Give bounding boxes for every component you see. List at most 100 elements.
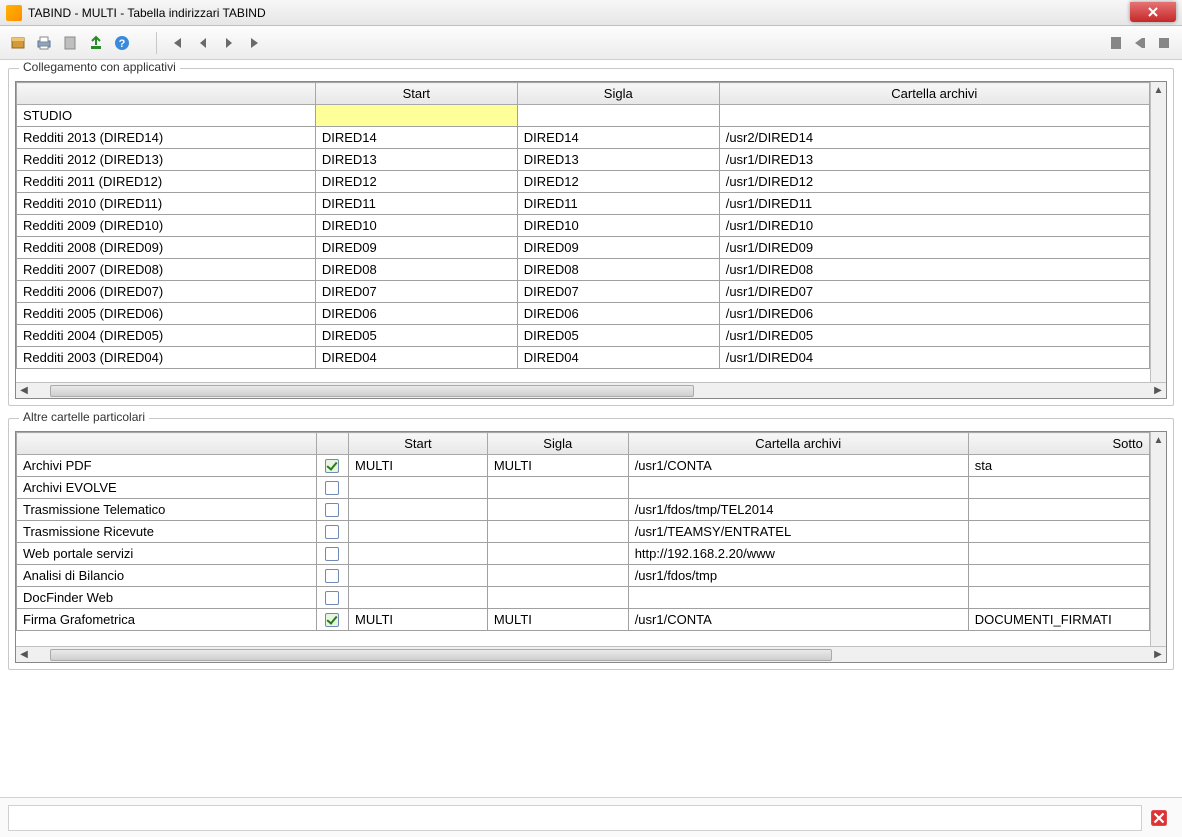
cell-start[interactable]: MULTI <box>349 609 488 631</box>
cell-start[interactable] <box>349 477 488 499</box>
checkbox[interactable] <box>325 569 339 583</box>
t1-header-path[interactable]: Cartella archivi <box>719 83 1149 105</box>
cell-start[interactable]: DIRED10 <box>315 215 517 237</box>
right-button-2[interactable] <box>1130 33 1150 53</box>
table-row[interactable]: Trasmissione Telematico/usr1/fdos/tmp/TE… <box>17 499 1166 521</box>
cell-start[interactable]: DIRED14 <box>315 127 517 149</box>
cell-path[interactable]: /usr1/DIRED05 <box>719 325 1149 347</box>
t2-header-name[interactable] <box>17 433 317 455</box>
cell-path[interactable]: /usr1/CONTA <box>628 609 968 631</box>
nav-last-button[interactable] <box>245 33 265 53</box>
table-row[interactable]: DocFinder Web <box>17 587 1166 609</box>
nav-prev-button[interactable] <box>193 33 213 53</box>
checkbox[interactable] <box>325 525 339 539</box>
cell-name[interactable]: Archivi EVOLVE <box>17 477 317 499</box>
scroll-right-icon[interactable]: ▶ <box>1150 647 1166 663</box>
table-cartelle[interactable]: Start Sigla Cartella archivi Sotto Archi… <box>16 432 1166 646</box>
cell-start[interactable]: DIRED13 <box>315 149 517 171</box>
cell-name[interactable]: STUDIO <box>17 105 316 127</box>
checkbox[interactable] <box>325 613 339 627</box>
table-row[interactable]: Redditi 2011 (DIRED12)DIRED12DIRED12/usr… <box>17 171 1166 193</box>
cell-start[interactable] <box>315 105 517 127</box>
table-row[interactable]: Trasmissione Ricevute/usr1/TEAMSY/ENTRAT… <box>17 521 1166 543</box>
cell-sigla[interactable]: DIRED07 <box>517 281 719 303</box>
cell-checkbox[interactable] <box>316 477 348 499</box>
cell-checkbox[interactable] <box>316 609 348 631</box>
cell-sigla[interactable] <box>487 565 628 587</box>
cell-path[interactable]: /usr1/DIRED10 <box>719 215 1149 237</box>
window-close-button[interactable] <box>1130 2 1176 22</box>
checkbox[interactable] <box>325 481 339 495</box>
cell-sigla[interactable] <box>487 477 628 499</box>
table-row[interactable]: Analisi di Bilancio/usr1/fdos/tmp <box>17 565 1166 587</box>
cell-start[interactable] <box>349 521 488 543</box>
cell-name[interactable]: Redditi 2013 (DIRED14) <box>17 127 316 149</box>
cell-start[interactable]: DIRED12 <box>315 171 517 193</box>
t1-hscrollbar[interactable]: ◀ ▶ <box>16 382 1166 398</box>
checkbox[interactable] <box>325 459 339 473</box>
cell-checkbox[interactable] <box>316 587 348 609</box>
cell-sub[interactable] <box>968 543 1149 565</box>
cell-name[interactable]: Redditi 2003 (DIRED04) <box>17 347 316 369</box>
cell-name[interactable]: Redditi 2012 (DIRED13) <box>17 149 316 171</box>
export-button[interactable] <box>86 33 106 53</box>
cell-path[interactable]: /usr1/DIRED11 <box>719 193 1149 215</box>
cell-sigla[interactable]: DIRED10 <box>517 215 719 237</box>
cell-start[interactable]: DIRED05 <box>315 325 517 347</box>
table-applicativi[interactable]: Start Sigla Cartella archivi STUDIOReddi… <box>16 82 1166 369</box>
right-button-3[interactable] <box>1154 33 1174 53</box>
cell-start[interactable]: DIRED09 <box>315 237 517 259</box>
table-row[interactable]: Redditi 2006 (DIRED07)DIRED07DIRED07/usr… <box>17 281 1166 303</box>
nav-first-button[interactable] <box>167 33 187 53</box>
cell-sigla[interactable]: DIRED06 <box>517 303 719 325</box>
cell-start[interactable]: MULTI <box>349 455 488 477</box>
t2-header-sub[interactable]: Sotto <box>968 433 1149 455</box>
cell-sigla[interactable]: DIRED13 <box>517 149 719 171</box>
table-row[interactable]: Redditi 2008 (DIRED09)DIRED09DIRED09/usr… <box>17 237 1166 259</box>
cell-path[interactable]: /usr1/DIRED09 <box>719 237 1149 259</box>
cell-path[interactable]: /usr1/DIRED08 <box>719 259 1149 281</box>
cell-sigla[interactable]: MULTI <box>487 609 628 631</box>
cell-sigla[interactable]: DIRED05 <box>517 325 719 347</box>
cell-sub[interactable] <box>968 565 1149 587</box>
cell-name[interactable]: Redditi 2011 (DIRED12) <box>17 171 316 193</box>
cell-checkbox[interactable] <box>316 565 348 587</box>
cell-checkbox[interactable] <box>316 455 348 477</box>
cell-sub[interactable]: sta <box>968 455 1149 477</box>
scroll-left-icon[interactable]: ◀ <box>16 647 32 663</box>
t2-header-path[interactable]: Cartella archivi <box>628 433 968 455</box>
cell-start[interactable]: DIRED08 <box>315 259 517 281</box>
cell-start[interactable] <box>349 565 488 587</box>
cell-checkbox[interactable] <box>316 521 348 543</box>
cell-sub[interactable] <box>968 477 1149 499</box>
cell-name[interactable]: Redditi 2010 (DIRED11) <box>17 193 316 215</box>
cell-sigla[interactable]: DIRED09 <box>517 237 719 259</box>
cell-name[interactable]: Firma Grafometrica <box>17 609 317 631</box>
cell-start[interactable] <box>349 587 488 609</box>
table-row[interactable]: Redditi 2013 (DIRED14)DIRED14DIRED14/usr… <box>17 127 1166 149</box>
cell-name[interactable]: Analisi di Bilancio <box>17 565 317 587</box>
right-button-1[interactable] <box>1106 33 1126 53</box>
footer-close-button[interactable] <box>1150 809 1168 827</box>
table-row[interactable]: Archivi EVOLVE <box>17 477 1166 499</box>
t1-header-sigla[interactable]: Sigla <box>517 83 719 105</box>
cell-sigla[interactable] <box>487 587 628 609</box>
t2-header-sigla[interactable]: Sigla <box>487 433 628 455</box>
cell-start[interactable]: DIRED04 <box>315 347 517 369</box>
cell-name[interactable]: Redditi 2004 (DIRED05) <box>17 325 316 347</box>
cell-path[interactable]: /usr1/DIRED04 <box>719 347 1149 369</box>
cell-checkbox[interactable] <box>316 543 348 565</box>
cell-path[interactable]: /usr1/DIRED13 <box>719 149 1149 171</box>
cell-start[interactable]: DIRED11 <box>315 193 517 215</box>
cell-start[interactable] <box>349 543 488 565</box>
t1-vscrollbar[interactable]: ▲ <box>1150 82 1166 382</box>
table-row[interactable]: Archivi PDFMULTIMULTI/usr1/CONTAsta <box>17 455 1166 477</box>
cell-sub[interactable] <box>968 521 1149 543</box>
cell-sigla[interactable] <box>517 105 719 127</box>
document-button[interactable] <box>60 33 80 53</box>
cell-path[interactable]: /usr1/DIRED12 <box>719 171 1149 193</box>
table-row[interactable]: Redditi 2003 (DIRED04)DIRED04DIRED04/usr… <box>17 347 1166 369</box>
cell-sigla[interactable]: DIRED11 <box>517 193 719 215</box>
t2-header-check[interactable] <box>316 433 348 455</box>
cell-name[interactable]: Redditi 2007 (DIRED08) <box>17 259 316 281</box>
